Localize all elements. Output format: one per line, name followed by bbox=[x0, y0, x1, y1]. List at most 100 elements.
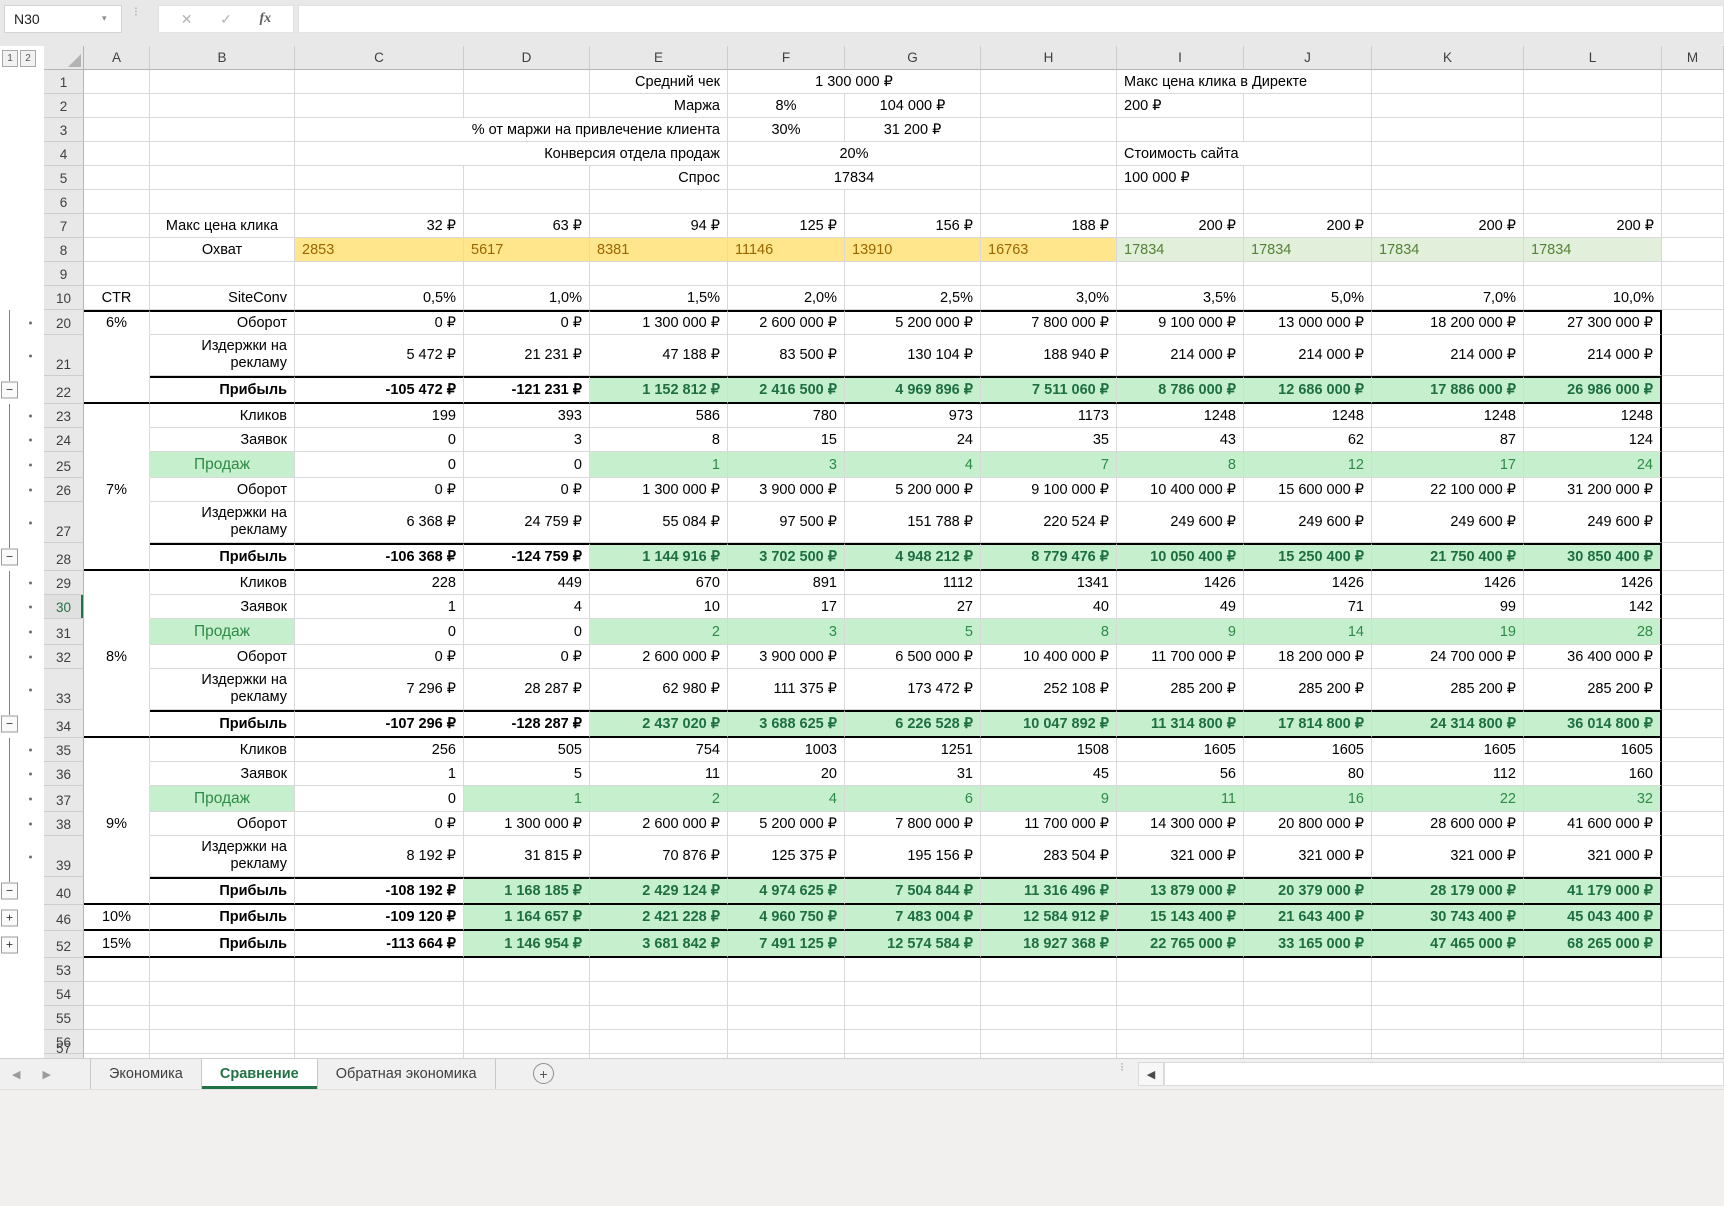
cell-C56[interactable] bbox=[295, 1030, 464, 1054]
cell-G34[interactable]: 6 226 528 ₽ bbox=[845, 710, 981, 738]
cell-H20[interactable]: 7 800 000 ₽ bbox=[981, 310, 1117, 335]
cell-D28[interactable]: -124 759 ₽ bbox=[464, 543, 590, 571]
cell-K4[interactable] bbox=[1372, 142, 1524, 166]
cell-M3[interactable] bbox=[1662, 118, 1724, 142]
cell-H30[interactable]: 40 bbox=[981, 595, 1117, 619]
cell-L24[interactable]: 124 bbox=[1524, 428, 1662, 452]
cell-E46[interactable]: 2 421 228 ₽ bbox=[590, 905, 728, 931]
cell-J39[interactable]: 321 000 ₽ bbox=[1244, 836, 1372, 877]
cell-L40[interactable]: 41 179 000 ₽ bbox=[1524, 877, 1662, 905]
row-header-32[interactable]: 32 bbox=[44, 645, 84, 669]
cell-I39[interactable]: 321 000 ₽ bbox=[1117, 836, 1244, 877]
cell-E6[interactable] bbox=[590, 190, 728, 214]
cell-D22[interactable]: -121 231 ₽ bbox=[464, 376, 590, 404]
cell-I36[interactable]: 56 bbox=[1117, 762, 1244, 786]
cell-G29[interactable]: 1112 bbox=[845, 571, 981, 595]
cell-L29[interactable]: 1426 bbox=[1524, 571, 1662, 595]
cell-H32[interactable]: 10 400 000 ₽ bbox=[981, 645, 1117, 669]
cell-A24[interactable] bbox=[84, 428, 150, 452]
cell-B25[interactable]: Продаж bbox=[150, 452, 295, 478]
outline-collapse-button[interactable]: − bbox=[1, 549, 18, 566]
cell-K27[interactable]: 249 600 ₽ bbox=[1372, 502, 1524, 543]
cell-M29[interactable] bbox=[1662, 571, 1724, 595]
cell-M32[interactable] bbox=[1662, 645, 1724, 669]
cell-F38[interactable]: 5 200 000 ₽ bbox=[728, 812, 845, 836]
row-header-30[interactable]: 30 bbox=[44, 595, 84, 619]
cell-D8[interactable]: 5617 bbox=[464, 238, 590, 262]
cell-C2[interactable] bbox=[295, 94, 464, 118]
cell-G10[interactable]: 2,5% bbox=[845, 286, 981, 310]
cell-B27[interactable]: Издержки на рекламу bbox=[150, 502, 295, 543]
cell-F54[interactable] bbox=[728, 982, 845, 1006]
cell-G36[interactable]: 31 bbox=[845, 762, 981, 786]
cell-A5[interactable] bbox=[84, 166, 150, 190]
cell-K3[interactable] bbox=[1372, 118, 1524, 142]
column-header-M[interactable]: M bbox=[1662, 46, 1724, 70]
cell-G30[interactable]: 27 bbox=[845, 595, 981, 619]
cell-J38[interactable]: 20 800 000 ₽ bbox=[1244, 812, 1372, 836]
row-header-23[interactable]: 23 bbox=[44, 404, 84, 428]
cell-E24[interactable]: 8 bbox=[590, 428, 728, 452]
cell-D38[interactable]: 1 300 000 ₽ bbox=[464, 812, 590, 836]
cell-H27[interactable]: 220 524 ₽ bbox=[981, 502, 1117, 543]
cell-B29[interactable]: Кликов bbox=[150, 571, 295, 595]
hscroll-left-button[interactable]: ◀ bbox=[1138, 1062, 1164, 1086]
cell-C7[interactable]: 32 ₽ bbox=[295, 214, 464, 238]
cell-C55[interactable] bbox=[295, 1006, 464, 1030]
cell-F4[interactable]: 20% bbox=[728, 142, 981, 166]
cell-D30[interactable]: 4 bbox=[464, 595, 590, 619]
cell-F7[interactable]: 125 ₽ bbox=[728, 214, 845, 238]
cell-B22[interactable]: Прибыль bbox=[150, 376, 295, 404]
cell-C22[interactable]: -105 472 ₽ bbox=[295, 376, 464, 404]
cell-I55[interactable] bbox=[1117, 1006, 1244, 1030]
cell-K23[interactable]: 1248 bbox=[1372, 404, 1524, 428]
cell-J54[interactable] bbox=[1244, 982, 1372, 1006]
cell-C20[interactable]: 0 ₽ bbox=[295, 310, 464, 335]
outline-expand-button[interactable]: + bbox=[1, 910, 18, 927]
cell-C5[interactable] bbox=[295, 166, 464, 190]
cell-E28[interactable]: 1 144 916 ₽ bbox=[590, 543, 728, 571]
cell-G23[interactable]: 973 bbox=[845, 404, 981, 428]
formula-input[interactable] bbox=[298, 5, 1724, 33]
cell-E26[interactable]: 1 300 000 ₽ bbox=[590, 478, 728, 502]
cell-I35[interactable]: 1605 bbox=[1117, 738, 1244, 762]
cell-D2[interactable] bbox=[464, 94, 590, 118]
cell-I4[interactable]: Стоимость сайта bbox=[1117, 142, 1372, 166]
cell-A25[interactable] bbox=[84, 452, 150, 478]
cell-B23[interactable]: Кликов bbox=[150, 404, 295, 428]
cell-I34[interactable]: 11 314 800 ₽ bbox=[1117, 710, 1244, 738]
cell-H10[interactable]: 3,0% bbox=[981, 286, 1117, 310]
cell-L20[interactable]: 27 300 000 ₽ bbox=[1524, 310, 1662, 335]
cell-L54[interactable] bbox=[1524, 982, 1662, 1006]
row-header-33[interactable]: 33 bbox=[44, 669, 84, 710]
cell-D31[interactable]: 0 bbox=[464, 619, 590, 645]
cell-K52[interactable]: 47 465 000 ₽ bbox=[1372, 931, 1524, 958]
cell-F34[interactable]: 3 688 625 ₽ bbox=[728, 710, 845, 738]
cell-A2[interactable] bbox=[84, 94, 150, 118]
cell-K32[interactable]: 24 700 000 ₽ bbox=[1372, 645, 1524, 669]
cell-C25[interactable]: 0 bbox=[295, 452, 464, 478]
cell-A40[interactable] bbox=[84, 877, 150, 905]
cell-G33[interactable]: 173 472 ₽ bbox=[845, 669, 981, 710]
cell-I8[interactable]: 17834 bbox=[1117, 238, 1244, 262]
cell-K6[interactable] bbox=[1372, 190, 1524, 214]
cell-K35[interactable]: 1605 bbox=[1372, 738, 1524, 762]
cell-I7[interactable]: 200 ₽ bbox=[1117, 214, 1244, 238]
row-header-8[interactable]: 8 bbox=[44, 238, 84, 262]
cell-M46[interactable] bbox=[1662, 905, 1724, 931]
column-header-H[interactable]: H bbox=[981, 46, 1117, 70]
cell-A36[interactable] bbox=[84, 762, 150, 786]
cell-I28[interactable]: 10 050 400 ₽ bbox=[1117, 543, 1244, 571]
cell-K5[interactable] bbox=[1372, 166, 1524, 190]
cell-L52[interactable]: 68 265 000 ₽ bbox=[1524, 931, 1662, 958]
cell-F5[interactable]: 17834 bbox=[728, 166, 981, 190]
cell-C27[interactable]: 6 368 ₽ bbox=[295, 502, 464, 543]
cell-A37[interactable] bbox=[84, 786, 150, 812]
row-header-24[interactable]: 24 bbox=[44, 428, 84, 452]
cell-E38[interactable]: 2 600 000 ₽ bbox=[590, 812, 728, 836]
row-header-31[interactable]: 31 bbox=[44, 619, 84, 645]
cell-A26[interactable]: 7% bbox=[84, 478, 150, 502]
row-header-26[interactable]: 26 bbox=[44, 478, 84, 502]
cell-M54[interactable] bbox=[1662, 982, 1724, 1006]
cell-F39[interactable]: 125 375 ₽ bbox=[728, 836, 845, 877]
